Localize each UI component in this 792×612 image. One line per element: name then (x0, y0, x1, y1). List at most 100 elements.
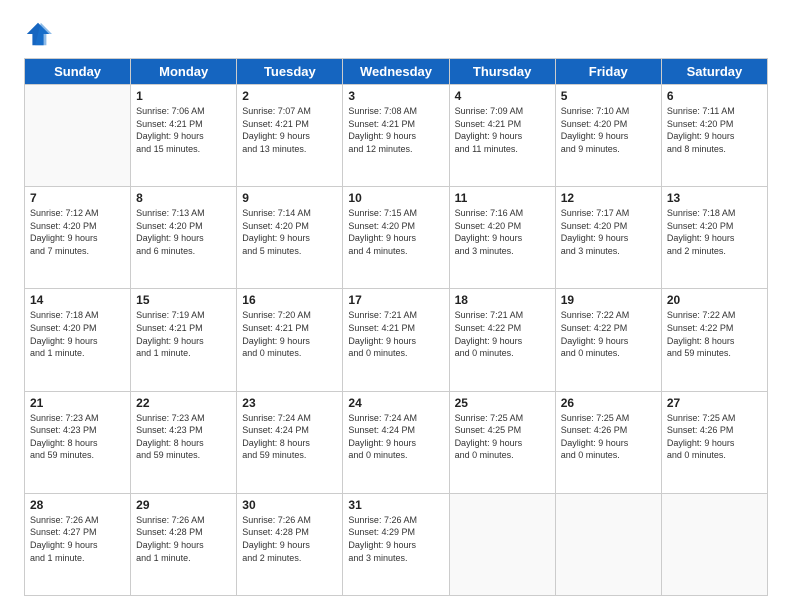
day-number: 20 (667, 293, 762, 307)
calendar-week-3: 14Sunrise: 7:18 AM Sunset: 4:20 PM Dayli… (25, 289, 768, 391)
calendar-cell: 3 Sunrise: 7:08 AM Sunset: 4:21 PM Daylig… (343, 85, 449, 187)
logo-icon (24, 20, 52, 48)
day-info: Sunrise: 7:26 AM Sunset: 4:27 PM Dayligh… (30, 514, 125, 564)
calendar-header-thursday: Thursday (449, 59, 555, 85)
calendar-cell: 15 Sunrise: 7:19 AM Sunset: 4:21 PM Dayli… (131, 289, 237, 391)
calendar-cell: 30 Sunrise: 7:26 AM Sunset: 4:28 PM Dayli… (237, 493, 343, 595)
calendar-cell: 31 Sunrise: 7:26 AM Sunset: 4:29 PM Dayli… (343, 493, 449, 595)
day-info: Sunrise: 7:26 AM Sunset: 4:28 PM Dayligh… (136, 514, 231, 564)
calendar-header-tuesday: Tuesday (237, 59, 343, 85)
day-number: 9 (242, 191, 337, 205)
day-number: 18 (455, 293, 550, 307)
day-info: Sunrise: 7:26 AM Sunset: 4:28 PM Dayligh… (242, 514, 337, 564)
calendar-cell: 7 Sunrise: 7:12 AM Sunset: 4:20 PM Daylig… (25, 187, 131, 289)
calendar-table: SundayMondayTuesdayWednesdayThursdayFrid… (24, 58, 768, 596)
day-info: Sunrise: 7:23 AM Sunset: 4:23 PM Dayligh… (30, 412, 125, 462)
day-info: Sunrise: 7:17 AM Sunset: 4:20 PM Dayligh… (561, 207, 656, 257)
calendar-cell: 22 Sunrise: 7:23 AM Sunset: 4:23 PM Dayli… (131, 391, 237, 493)
calendar-cell: 1 Sunrise: 7:06 AM Sunset: 4:21 PM Daylig… (131, 85, 237, 187)
calendar-week-1: 1 Sunrise: 7:06 AM Sunset: 4:21 PM Daylig… (25, 85, 768, 187)
calendar-cell (449, 493, 555, 595)
day-info: Sunrise: 7:08 AM Sunset: 4:21 PM Dayligh… (348, 105, 443, 155)
day-number: 26 (561, 396, 656, 410)
calendar-cell: 20 Sunrise: 7:22 AM Sunset: 4:22 PM Dayli… (661, 289, 767, 391)
day-number: 21 (30, 396, 125, 410)
day-number: 1 (136, 89, 231, 103)
day-info: Sunrise: 7:22 AM Sunset: 4:22 PM Dayligh… (561, 309, 656, 359)
day-info: Sunrise: 7:19 AM Sunset: 4:21 PM Dayligh… (136, 309, 231, 359)
day-info: Sunrise: 7:14 AM Sunset: 4:20 PM Dayligh… (242, 207, 337, 257)
calendar-cell: 8Sunrise: 7:13 AM Sunset: 4:20 PM Daylig… (131, 187, 237, 289)
day-number: 13 (667, 191, 762, 205)
day-number: 25 (455, 396, 550, 410)
calendar-cell: 12 Sunrise: 7:17 AM Sunset: 4:20 PM Dayli… (555, 187, 661, 289)
day-info: Sunrise: 7:09 AM Sunset: 4:21 PM Dayligh… (455, 105, 550, 155)
day-info: Sunrise: 7:15 AM Sunset: 4:20 PM Dayligh… (348, 207, 443, 257)
day-number: 8 (136, 191, 231, 205)
day-number: 31 (348, 498, 443, 512)
day-info: Sunrise: 7:06 AM Sunset: 4:21 PM Dayligh… (136, 105, 231, 155)
day-number: 27 (667, 396, 762, 410)
calendar-cell: 29Sunrise: 7:26 AM Sunset: 4:28 PM Dayli… (131, 493, 237, 595)
day-info: Sunrise: 7:25 AM Sunset: 4:25 PM Dayligh… (455, 412, 550, 462)
header (24, 20, 768, 48)
calendar-cell: 23 Sunrise: 7:24 AM Sunset: 4:24 PM Dayli… (237, 391, 343, 493)
calendar-header-sunday: Sunday (25, 59, 131, 85)
calendar-cell: 27 Sunrise: 7:25 AM Sunset: 4:26 PM Dayli… (661, 391, 767, 493)
calendar-cell: 19 Sunrise: 7:22 AM Sunset: 4:22 PM Dayli… (555, 289, 661, 391)
day-number: 17 (348, 293, 443, 307)
day-info: Sunrise: 7:21 AM Sunset: 4:22 PM Dayligh… (455, 309, 550, 359)
day-number: 23 (242, 396, 337, 410)
calendar-cell: 10 Sunrise: 7:15 AM Sunset: 4:20 PM Dayli… (343, 187, 449, 289)
calendar-cell: 11Sunrise: 7:16 AM Sunset: 4:20 PM Dayli… (449, 187, 555, 289)
calendar-header-monday: Monday (131, 59, 237, 85)
day-info: Sunrise: 7:07 AM Sunset: 4:21 PM Dayligh… (242, 105, 337, 155)
calendar-header-wednesday: Wednesday (343, 59, 449, 85)
calendar-cell: 4 Sunrise: 7:09 AM Sunset: 4:21 PM Daylig… (449, 85, 555, 187)
day-number: 11 (455, 191, 550, 205)
calendar-cell: 17Sunrise: 7:21 AM Sunset: 4:21 PM Dayli… (343, 289, 449, 391)
calendar-cell: 13 Sunrise: 7:18 AM Sunset: 4:20 PM Dayli… (661, 187, 767, 289)
calendar-cell (25, 85, 131, 187)
calendar-cell: 18 Sunrise: 7:21 AM Sunset: 4:22 PM Dayli… (449, 289, 555, 391)
day-info: Sunrise: 7:22 AM Sunset: 4:22 PM Dayligh… (667, 309, 762, 359)
day-info: Sunrise: 7:18 AM Sunset: 4:20 PM Dayligh… (667, 207, 762, 257)
day-info: Sunrise: 7:24 AM Sunset: 4:24 PM Dayligh… (348, 412, 443, 462)
calendar-cell: 26 Sunrise: 7:25 AM Sunset: 4:26 PM Dayli… (555, 391, 661, 493)
calendar-cell: 6 Sunrise: 7:11 AM Sunset: 4:20 PM Daylig… (661, 85, 767, 187)
day-number: 16 (242, 293, 337, 307)
day-number: 3 (348, 89, 443, 103)
day-info: Sunrise: 7:12 AM Sunset: 4:20 PM Dayligh… (30, 207, 125, 257)
calendar-header-saturday: Saturday (661, 59, 767, 85)
day-number: 15 (136, 293, 231, 307)
calendar-cell: 24 Sunrise: 7:24 AM Sunset: 4:24 PM Dayli… (343, 391, 449, 493)
day-info: Sunrise: 7:24 AM Sunset: 4:24 PM Dayligh… (242, 412, 337, 462)
calendar-cell: 21 Sunrise: 7:23 AM Sunset: 4:23 PM Dayli… (25, 391, 131, 493)
calendar-cell (555, 493, 661, 595)
day-info: Sunrise: 7:26 AM Sunset: 4:29 PM Dayligh… (348, 514, 443, 564)
logo (24, 20, 56, 48)
day-number: 12 (561, 191, 656, 205)
day-number: 24 (348, 396, 443, 410)
day-info: Sunrise: 7:25 AM Sunset: 4:26 PM Dayligh… (561, 412, 656, 462)
day-info: Sunrise: 7:10 AM Sunset: 4:20 PM Dayligh… (561, 105, 656, 155)
day-number: 19 (561, 293, 656, 307)
day-number: 30 (242, 498, 337, 512)
day-info: Sunrise: 7:23 AM Sunset: 4:23 PM Dayligh… (136, 412, 231, 462)
day-info: Sunrise: 7:20 AM Sunset: 4:21 PM Dayligh… (242, 309, 337, 359)
day-number: 6 (667, 89, 762, 103)
calendar-week-5: 28 Sunrise: 7:26 AM Sunset: 4:27 PM Dayli… (25, 493, 768, 595)
day-number: 28 (30, 498, 125, 512)
day-number: 4 (455, 89, 550, 103)
day-info: Sunrise: 7:25 AM Sunset: 4:26 PM Dayligh… (667, 412, 762, 462)
day-number: 7 (30, 191, 125, 205)
calendar-cell: 16 Sunrise: 7:20 AM Sunset: 4:21 PM Dayli… (237, 289, 343, 391)
day-number: 22 (136, 396, 231, 410)
calendar-cell: 9 Sunrise: 7:14 AM Sunset: 4:20 PM Daylig… (237, 187, 343, 289)
calendar-cell: 14Sunrise: 7:18 AM Sunset: 4:20 PM Dayli… (25, 289, 131, 391)
day-info: Sunrise: 7:11 AM Sunset: 4:20 PM Dayligh… (667, 105, 762, 155)
calendar-cell: 28 Sunrise: 7:26 AM Sunset: 4:27 PM Dayli… (25, 493, 131, 595)
calendar-cell (661, 493, 767, 595)
day-number: 10 (348, 191, 443, 205)
calendar-header-row: SundayMondayTuesdayWednesdayThursdayFrid… (25, 59, 768, 85)
